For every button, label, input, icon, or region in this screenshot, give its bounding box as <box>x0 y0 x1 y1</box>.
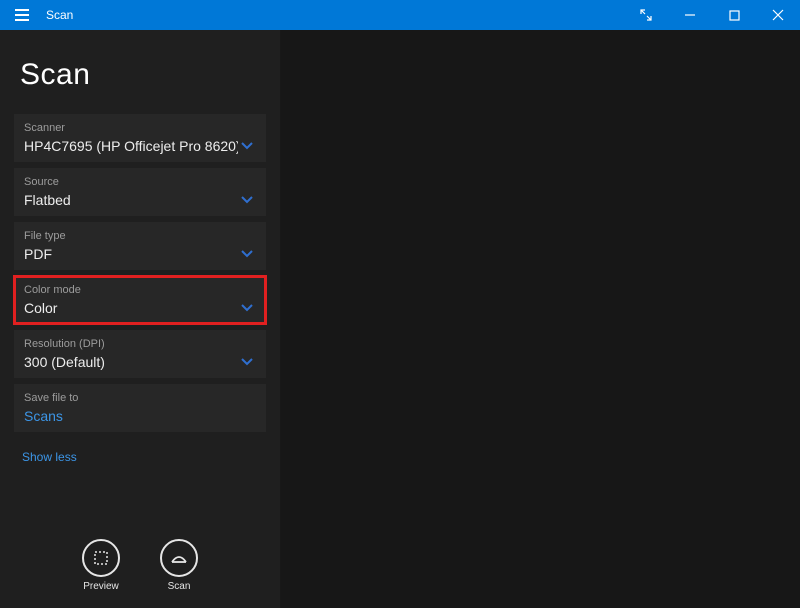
source-dropdown[interactable]: Source Flatbed <box>14 168 266 216</box>
saveto-label: Save file to <box>24 392 256 404</box>
source-value: Flatbed <box>24 192 238 208</box>
preview-area <box>281 30 800 608</box>
titlebar: Scan <box>0 0 800 30</box>
chevron-down-icon <box>238 196 256 204</box>
saveto-field[interactable]: Save file to Scans <box>14 384 266 432</box>
chevron-down-icon <box>238 250 256 258</box>
scanner-value: HP4C7695 (HP Officejet Pro 8620) <box>24 138 238 154</box>
preview-button[interactable]: Preview <box>82 539 120 592</box>
fullscreen-button[interactable] <box>624 0 668 30</box>
colormode-value: Color <box>24 300 238 316</box>
saveto-value[interactable]: Scans <box>24 408 256 424</box>
settings-sidebar: Scan Scanner HP4C7695 (HP Officejet Pro … <box>0 30 281 608</box>
preview-label: Preview <box>83 581 119 592</box>
scan-icon <box>169 548 189 568</box>
scanner-label: Scanner <box>24 122 256 134</box>
resolution-label: Resolution (DPI) <box>24 338 256 350</box>
chevron-down-icon <box>238 142 256 150</box>
app-window: Scan Scan Scanner H <box>0 0 800 608</box>
scan-label: Scan <box>168 581 191 592</box>
colormode-label: Color mode <box>24 284 256 296</box>
filetype-value: PDF <box>24 246 238 262</box>
close-button[interactable] <box>756 0 800 30</box>
maximize-icon <box>729 10 740 21</box>
maximize-button[interactable] <box>712 0 756 30</box>
colormode-dropdown[interactable]: Color mode Color <box>14 276 266 324</box>
window-title: Scan <box>44 8 73 22</box>
minimize-button[interactable] <box>668 0 712 30</box>
source-label: Source <box>24 176 256 188</box>
page-title: Scan <box>0 30 280 114</box>
show-less-link[interactable]: Show less <box>22 450 77 464</box>
resolution-dropdown[interactable]: Resolution (DPI) 300 (Default) <box>14 330 266 378</box>
resolution-value: 300 (Default) <box>24 354 238 370</box>
filetype-dropdown[interactable]: File type PDF <box>14 222 266 270</box>
body: Scan Scanner HP4C7695 (HP Officejet Pro … <box>0 30 800 608</box>
preview-icon <box>92 549 110 567</box>
close-icon <box>772 9 784 21</box>
bottom-actions: Preview Scan <box>0 528 280 608</box>
hamburger-menu-button[interactable] <box>0 0 44 30</box>
scan-button[interactable]: Scan <box>160 539 198 592</box>
minimize-icon <box>684 9 696 21</box>
scanner-dropdown[interactable]: Scanner HP4C7695 (HP Officejet Pro 8620) <box>14 114 266 162</box>
filetype-label: File type <box>24 230 256 242</box>
fullscreen-icon <box>640 9 652 21</box>
chevron-down-icon <box>238 358 256 366</box>
chevron-down-icon <box>238 304 256 312</box>
